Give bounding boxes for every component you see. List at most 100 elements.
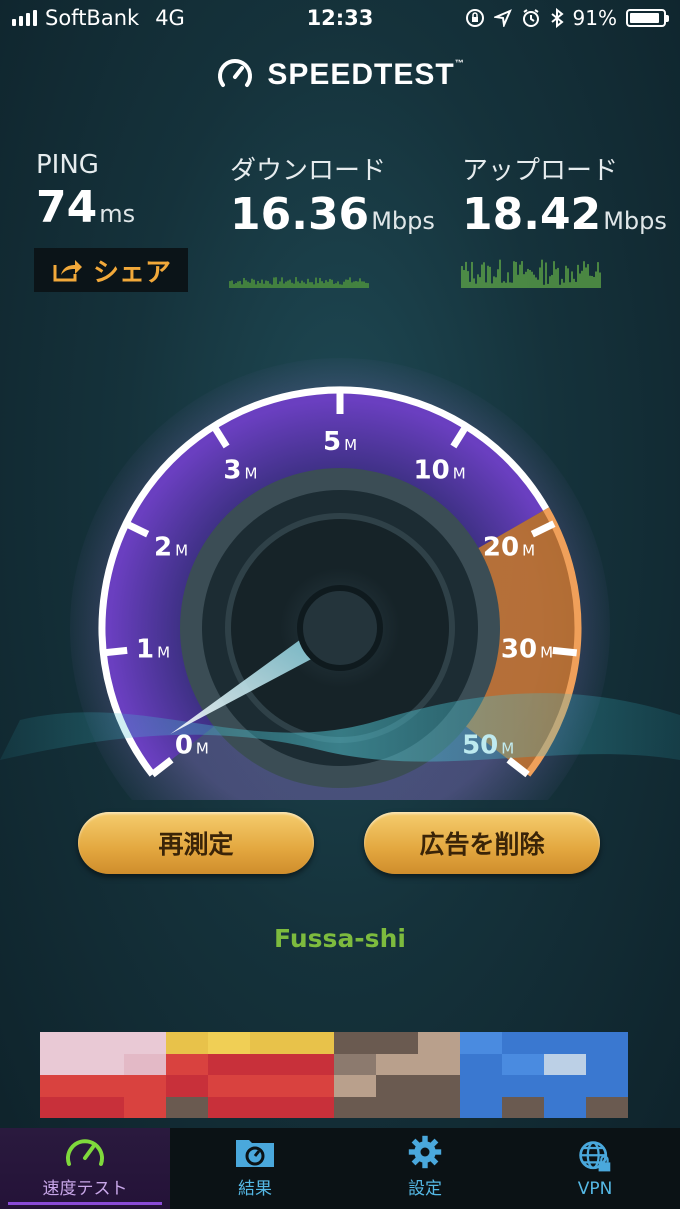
ad-pixel xyxy=(124,1053,166,1075)
tab-label-speed-test: 速度テスト xyxy=(42,1179,128,1199)
tab-results[interactable]: 結果 xyxy=(170,1128,340,1209)
speedometer-icon xyxy=(66,1139,104,1166)
gauge-hub xyxy=(297,585,383,671)
ad-pixel xyxy=(124,1032,166,1054)
ad-pixel xyxy=(460,1032,502,1054)
ad-pixel xyxy=(292,1075,334,1097)
ping-value-row: 74ms xyxy=(36,182,135,233)
ad-pixel xyxy=(334,1032,376,1054)
ad-pixel xyxy=(334,1053,376,1075)
ad-pixel xyxy=(250,1075,292,1097)
ad-pixel xyxy=(418,1075,460,1097)
ad-pixel xyxy=(40,1053,82,1075)
ad-pixel xyxy=(334,1096,376,1118)
gauge-tick-30 xyxy=(552,646,578,657)
download-value-row: 16.36Mbps xyxy=(230,189,435,240)
orientation-lock-icon xyxy=(465,9,484,27)
ad-pixel xyxy=(460,1075,502,1097)
speedtest-logo-icon xyxy=(218,59,253,87)
upload-unit: Mbps xyxy=(603,207,667,235)
upload-value: 18.42 xyxy=(462,189,602,240)
globe-lock-icon xyxy=(579,1141,611,1172)
location-icon xyxy=(493,9,512,27)
tab-label-settings: 設定 xyxy=(408,1179,442,1199)
remove-ads-button[interactable]: 広告を削除 xyxy=(364,812,600,874)
ad-pixel xyxy=(40,1032,82,1054)
ad-pixel xyxy=(544,1096,586,1118)
bluetooth-icon xyxy=(550,8,564,28)
upload-value-row: 18.42Mbps xyxy=(462,189,667,240)
ad-pixel xyxy=(586,1075,628,1097)
tab-label-results: 結果 xyxy=(238,1179,272,1199)
ad-pixel xyxy=(250,1032,292,1054)
battery-icon xyxy=(626,9,669,27)
download-metric: ダウンロード 16.36Mbps xyxy=(230,150,435,240)
ad-pixel xyxy=(586,1032,628,1054)
upload-metric: アップロード 18.42Mbps xyxy=(462,150,667,240)
ad-pixel xyxy=(544,1053,586,1075)
tab-label-vpn: VPN xyxy=(577,1179,613,1199)
brand-name: SPEEDTEST™ xyxy=(267,58,464,92)
tab-speed-test[interactable]: 速度テスト xyxy=(0,1128,170,1209)
ad-pixel xyxy=(82,1032,124,1054)
ad-banner[interactable] xyxy=(40,1032,628,1118)
upload-label: アップロード xyxy=(462,156,619,186)
ad-pixel xyxy=(502,1053,544,1075)
ad-pixel xyxy=(376,1096,418,1118)
retest-button[interactable]: 再測定 xyxy=(78,812,314,874)
ad-pixel xyxy=(166,1032,208,1054)
ad-pixel xyxy=(418,1053,460,1075)
ping-value: 74 xyxy=(36,182,98,233)
ad-pixel xyxy=(208,1032,250,1054)
download-value: 16.36 xyxy=(230,189,370,240)
ad-pixel xyxy=(208,1053,250,1075)
ad-pixel xyxy=(418,1096,460,1118)
tab-vpn[interactable]: VPN xyxy=(510,1128,680,1209)
status-icons: 91% xyxy=(465,6,669,30)
ad-pixel xyxy=(208,1075,250,1097)
brand-text: SPEEDTEST xyxy=(267,58,455,91)
ad-pixel xyxy=(166,1053,208,1075)
ad-pixel xyxy=(292,1053,334,1075)
ad-pixel xyxy=(292,1096,334,1118)
gear-icon xyxy=(408,1135,442,1169)
tab-settings[interactable]: 設定 xyxy=(340,1128,510,1209)
ad-pixel xyxy=(376,1032,418,1054)
ad-pixel xyxy=(40,1096,82,1118)
ad-pixel xyxy=(250,1053,292,1075)
share-icon xyxy=(53,260,82,282)
ad-pixel xyxy=(166,1075,208,1097)
ad-pixel xyxy=(544,1032,586,1054)
ad-pixel xyxy=(40,1075,82,1097)
ad-pixel xyxy=(82,1096,124,1118)
ad-pixel xyxy=(586,1096,628,1118)
share-label: シェア xyxy=(92,257,171,288)
ad-pixel xyxy=(502,1032,544,1054)
download-label: ダウンロード xyxy=(230,156,387,186)
ping-metric: PING 74ms xyxy=(36,150,135,233)
app-header: SPEEDTEST™ xyxy=(0,55,680,95)
ad-pixel xyxy=(250,1096,292,1118)
ad-pixel xyxy=(208,1096,250,1118)
server-location: Fussa-shi xyxy=(274,924,406,953)
ad-pixel xyxy=(460,1096,502,1118)
ad-pixel xyxy=(124,1075,166,1097)
ad-pixel xyxy=(502,1075,544,1097)
ad-pixel xyxy=(460,1053,502,1075)
share-button[interactable]: シェア xyxy=(34,248,188,292)
ping-unit: ms xyxy=(99,200,136,228)
ad-pixel xyxy=(166,1096,208,1118)
ad-pixel xyxy=(586,1053,628,1075)
status-bar: SoftBank 4G 12:33 91% xyxy=(0,0,680,38)
ad-pixel xyxy=(502,1096,544,1118)
tab-bar: 速度テスト 結果 設定 VPN xyxy=(0,1128,680,1209)
ad-pixel xyxy=(418,1032,460,1054)
ad-pixel xyxy=(544,1075,586,1097)
gauge-tick-1 xyxy=(102,646,128,657)
ad-pixel xyxy=(376,1053,418,1075)
battery-percent: 91% xyxy=(572,6,617,30)
ad-pixel xyxy=(376,1075,418,1097)
trademark: ™ xyxy=(454,58,465,68)
ad-pixel xyxy=(82,1053,124,1075)
alarm-icon xyxy=(522,9,539,27)
